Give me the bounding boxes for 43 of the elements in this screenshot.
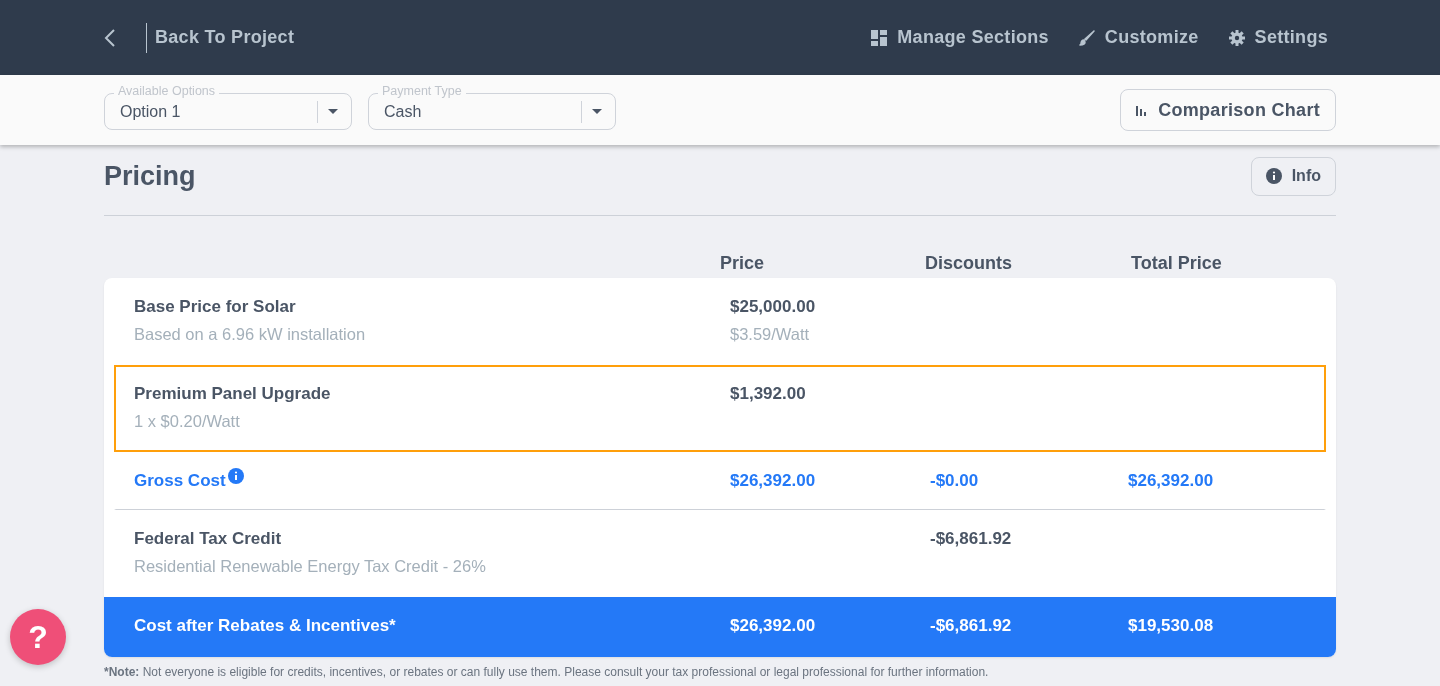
price-value: $26,392.00	[730, 616, 817, 636]
row-subtitle: Residential Renewable Energy Tax Credit - 26%	[134, 557, 487, 576]
brush-icon	[1078, 29, 1095, 46]
info-icon	[1265, 168, 1282, 184]
field-label: Payment Type	[378, 84, 466, 98]
dropdown-caret-icon	[328, 109, 338, 114]
discount-value: -$6,861.92	[930, 616, 1013, 636]
row-title: Federal Tax Credit	[134, 529, 282, 549]
settings-icon	[1228, 29, 1245, 46]
help-button[interactable]: ?	[10, 609, 66, 665]
dropdown-caret-icon	[592, 109, 602, 114]
row-subtitle: Based on a 6.96 kW installation	[134, 325, 367, 344]
section-title: Pricing	[104, 160, 196, 192]
price-value: $26,392.00	[730, 471, 817, 491]
disclaimer-note: *Note: Not everyone is eligible for credits, incentives, or rebates or can fully use them. Please consult your tax professional or legal professional for further information.	[104, 665, 990, 679]
field-label: Available Options	[114, 84, 220, 98]
row-subtitle: 1 x $0.20/Watt	[134, 412, 241, 431]
bar-chart-icon	[1136, 104, 1149, 116]
column-header: Total Price	[1130, 253, 1222, 274]
dashboard-icon	[871, 29, 888, 46]
back-chevron-icon[interactable]	[104, 27, 116, 48]
column-header: Price	[720, 253, 765, 274]
back-link[interactable]: Back To Project	[155, 27, 295, 48]
discount-value: -$0.00	[930, 471, 980, 491]
row-title: Cost after Rebates & Incentives*	[134, 616, 396, 635]
info-icon[interactable]	[227, 468, 244, 484]
price-value: $1,392.00	[730, 384, 807, 404]
info-button[interactable]: Info	[1250, 156, 1336, 196]
header-action-link[interactable]: Manage Sections	[871, 27, 1049, 48]
dropdown-field[interactable]: Payment Type Cash	[368, 84, 616, 130]
comparison-chart-button[interactable]: Comparison Chart	[1120, 89, 1336, 131]
column-header: Discounts	[924, 253, 1012, 274]
row-title: Gross Cost	[134, 471, 226, 491]
row-title: Premium Panel Upgrade	[134, 384, 331, 404]
discount-value: -$6,861.92	[930, 529, 1013, 549]
price-per-watt: $3.59/Watt	[730, 325, 811, 344]
header-action-link[interactable]: Customize	[1078, 27, 1199, 48]
dropdown-field[interactable]: Available Options Option 1	[104, 84, 352, 130]
header-action-link[interactable]: Settings	[1228, 27, 1328, 48]
total-price-value: $19,530.08	[1128, 616, 1215, 636]
row-title: Base Price for Solar	[134, 297, 296, 317]
total-price-value: $26,392.00	[1128, 471, 1215, 491]
price-value: $25,000.00	[730, 297, 817, 317]
